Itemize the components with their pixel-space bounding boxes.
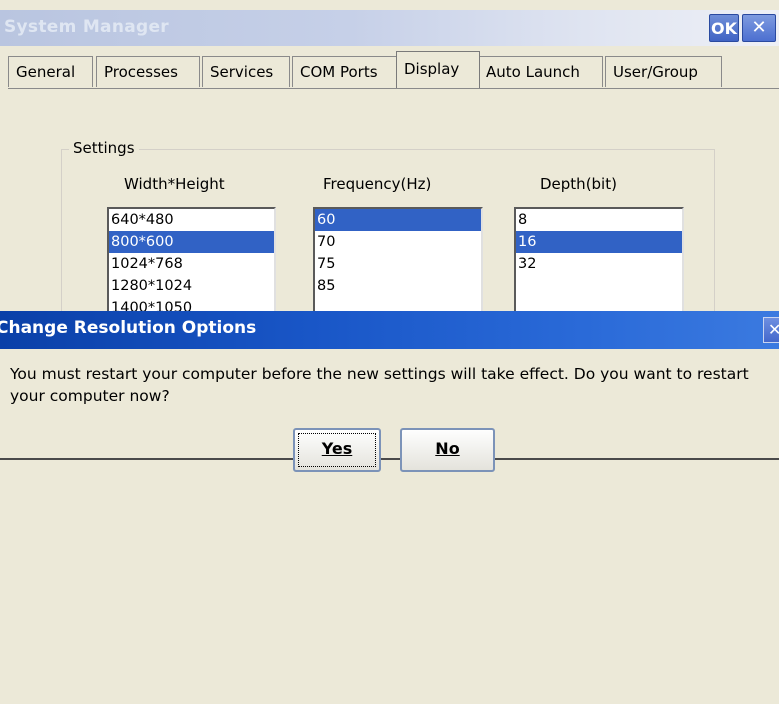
tab-divider (8, 88, 779, 89)
no-button-label: No (435, 439, 460, 458)
list-item-selected[interactable]: 800*600 (109, 231, 274, 253)
list-item[interactable]: 75 (315, 253, 481, 275)
close-icon: ✕ (768, 320, 779, 339)
frequency-label: Frequency(Hz) (323, 175, 432, 193)
list-item-selected[interactable]: 16 (516, 231, 682, 253)
window-title: System Manager (4, 17, 169, 37)
dialog-title-bar: Change Resolution Options ✕ (0, 311, 779, 349)
list-item[interactable]: 32 (516, 253, 682, 275)
tab-user-group[interactable]: User/Group (605, 56, 722, 87)
tab-display[interactable]: Display (396, 51, 480, 88)
list-item[interactable]: 8 (516, 209, 682, 231)
dialog-title: Change Resolution Options (0, 318, 257, 338)
window-title-bar: System Manager OK ✕ (0, 10, 779, 46)
window-close-button[interactable]: ✕ (742, 14, 776, 42)
ok-button[interactable]: OK (709, 14, 739, 42)
no-button[interactable]: No (400, 428, 495, 472)
list-item[interactable]: 85 (315, 275, 481, 297)
list-item-selected[interactable]: 60 (315, 209, 481, 231)
tab-processes[interactable]: Processes (96, 56, 200, 87)
depth-label: Depth(bit) (540, 175, 617, 193)
list-item[interactable]: 640*480 (109, 209, 274, 231)
tab-services[interactable]: Services (202, 56, 290, 87)
tab-general[interactable]: General (8, 56, 93, 87)
dialog-message: You must restart your computer before th… (10, 365, 749, 405)
list-item[interactable]: 1280*1024 (109, 275, 274, 297)
list-item[interactable]: 70 (315, 231, 481, 253)
dialog-close-button[interactable]: ✕ (763, 317, 779, 343)
depth-listbox[interactable]: 8 16 32 (514, 207, 684, 319)
tab-com-ports[interactable]: COM Ports (292, 56, 399, 87)
settings-group-label: Settings (69, 139, 139, 157)
close-icon: ✕ (751, 17, 767, 38)
tab-auto-launch[interactable]: Auto Launch (478, 56, 603, 87)
resolution-listbox[interactable]: 640*480 800*600 1024*768 1280*1024 1400*… (107, 207, 276, 319)
yes-button-label: Yes (321, 439, 353, 458)
list-item[interactable]: 1024*768 (109, 253, 274, 275)
yes-button[interactable]: Yes (293, 428, 381, 472)
restart-dialog: Change Resolution Options ✕ You must res… (0, 311, 779, 472)
resolution-label: Width*Height (124, 175, 225, 193)
frequency-listbox[interactable]: 60 70 75 85 (313, 207, 483, 319)
